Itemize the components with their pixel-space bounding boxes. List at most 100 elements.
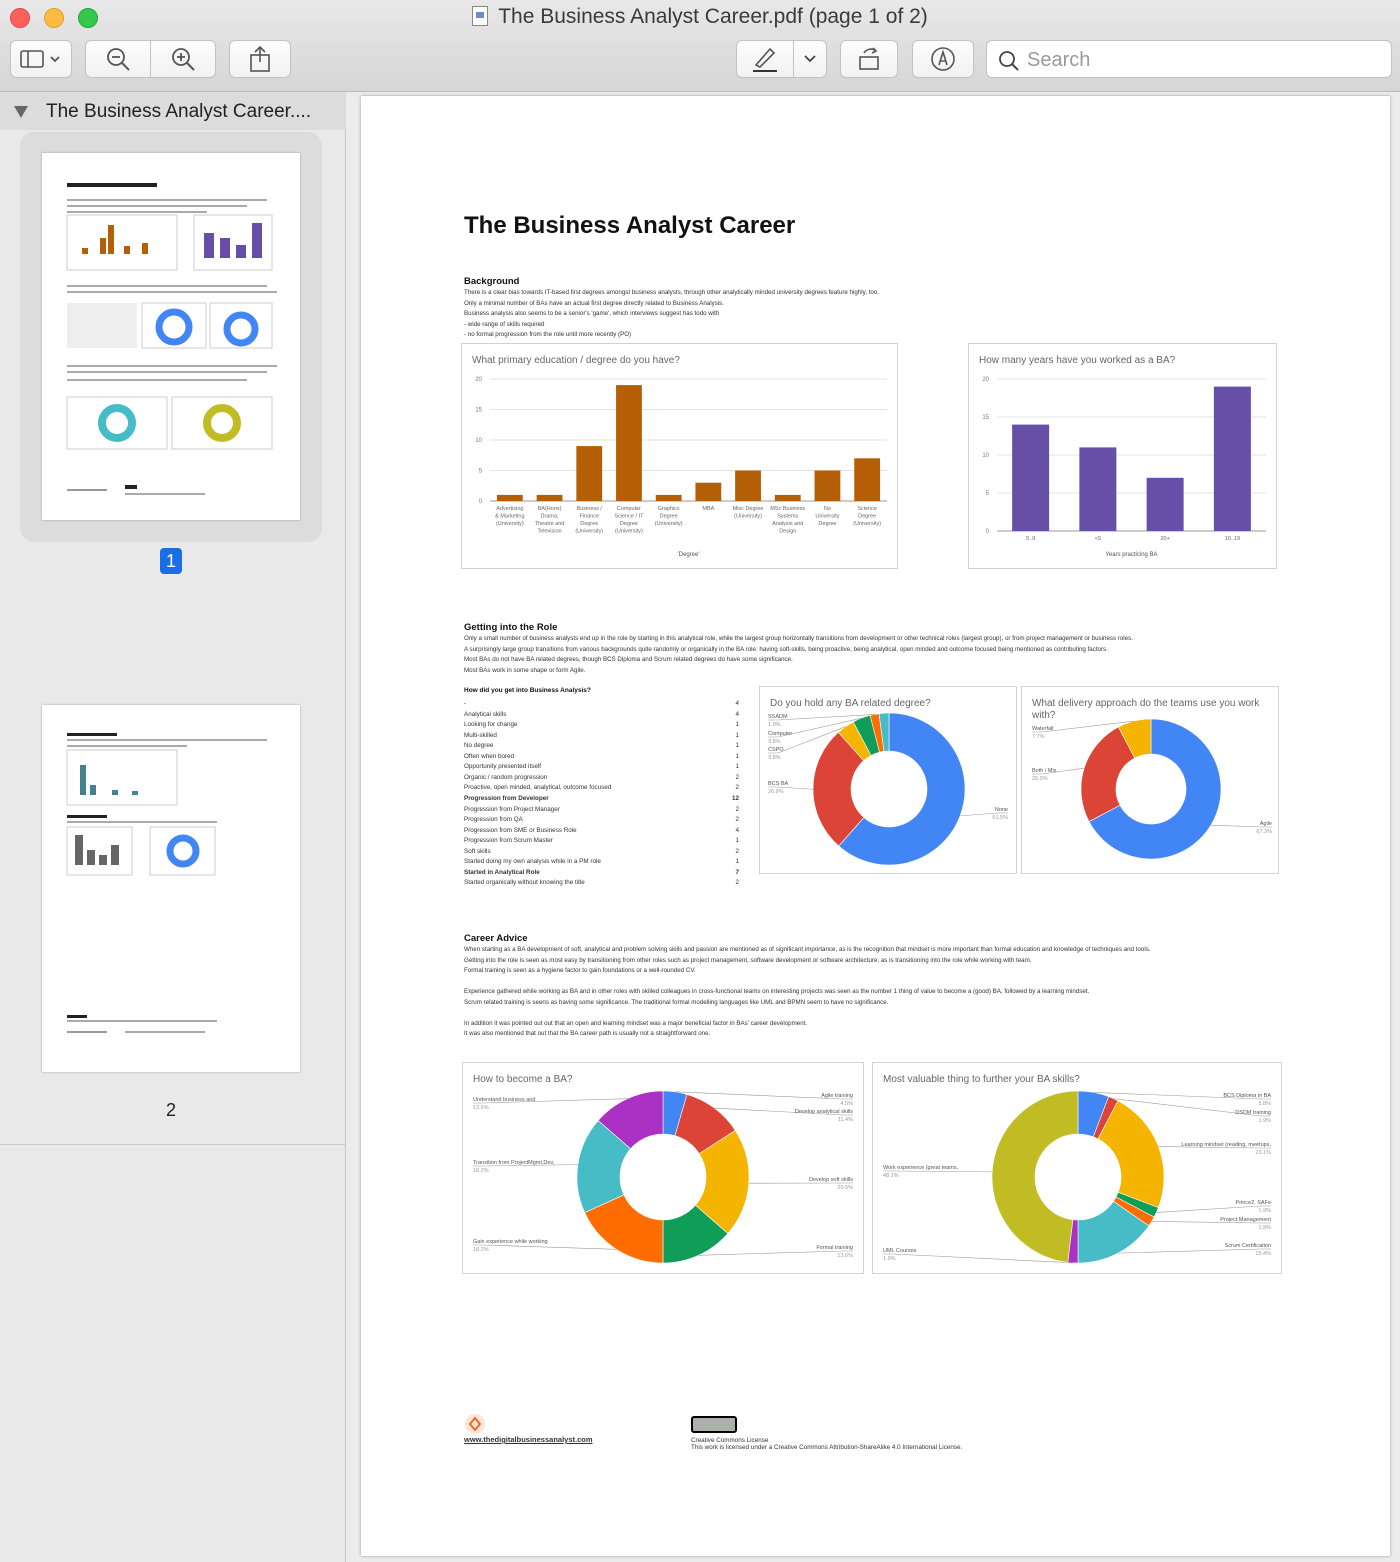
how-row-label: Looking for change (464, 721, 518, 729)
markup-icon (931, 47, 955, 71)
label-leader-line (698, 1250, 853, 1256)
y-tick-label: 5 (986, 491, 990, 497)
zoom-in-icon (172, 48, 195, 71)
valuable-thing-donut-chart: Most valuable thing to further your BA s… (872, 1062, 1282, 1274)
paragraph-line: - no formal progression from the role un… (464, 331, 632, 338)
x-tick-label: <5 (1095, 536, 1101, 542)
sidebar-document-header[interactable]: The Business Analyst Career.... (0, 92, 346, 130)
search-icon (999, 51, 1019, 71)
slice-percent: 13.6% (473, 1105, 489, 1111)
paragraph-line: Most BAs do not have BA related degrees,… (464, 656, 793, 663)
cc-license-text: This work is licensed under a Creative C… (691, 1444, 963, 1451)
markup-options-button[interactable] (793, 40, 827, 78)
y-tick-label: 0 (986, 529, 990, 535)
slice-label: Understand business and (473, 1097, 535, 1103)
label-leader-line (1117, 1248, 1271, 1254)
zoom-out-button[interactable] (85, 40, 151, 78)
slice-percent: 67.3% (1256, 829, 1272, 835)
paragraph-line: Business analysis also seems to be a sen… (464, 310, 720, 317)
paragraph-line: Only a minimal number of BAs have an act… (464, 299, 724, 307)
how-row-value: 4 (735, 710, 739, 718)
bar (536, 494, 563, 501)
slice-percent: 1.9% (883, 1256, 896, 1262)
x-tick-label: BA(Hons) Drama, Theatre and Television (535, 506, 565, 535)
bar (1146, 477, 1184, 531)
label-leader-line (473, 1244, 617, 1250)
x-tick-label: MBA (702, 506, 714, 512)
slice-label: Computer (768, 731, 792, 737)
slice-label: Develop analytical skills (795, 1109, 853, 1115)
bar (655, 494, 682, 501)
page-number-label-2[interactable]: 2 (160, 1100, 182, 1121)
how-row-label: Multi-skilled (464, 731, 497, 739)
x-tick-label: 5..9 (1026, 536, 1035, 542)
paragraph-line: There is a clear bias towards IT-based f… (464, 289, 880, 296)
how-row-value: 7 (735, 868, 739, 876)
paragraph-line: Most BAs work in some shape or form Agil… (464, 666, 586, 674)
years-bar-chart-plot: 0 5 10 15 20 5..9 <5 20+ 10..19 Years practicing … (982, 377, 1266, 558)
y-tick-label: 0 (479, 499, 483, 505)
creative-commons-badge-icon[interactable] (691, 1416, 737, 1433)
slice-percent: 3.8% (768, 739, 781, 745)
sidebar-toggle-button[interactable] (10, 40, 72, 78)
slice-label: DSDM training (1235, 1110, 1271, 1116)
markup-pen-button[interactable] (736, 40, 794, 78)
x-tick-label: Graphics Degree (University) (655, 506, 683, 527)
page-thumbnail-2[interactable] (42, 705, 300, 1072)
how-row-value: 1 (735, 731, 739, 739)
slice-percent: 1.9% (1258, 1118, 1271, 1124)
paragraph-line: Experience gathered while working as BA … (464, 988, 1090, 995)
how-row-label: Started in Analytical Role (464, 868, 540, 876)
slice-label: Project Management (1220, 1217, 1271, 1223)
label-leader-line (1156, 1205, 1271, 1213)
paragraph-line: Formal training is seen as a hygiene fac… (464, 967, 696, 974)
paragraph-line: When starting as a BA development of sof… (464, 946, 1151, 953)
how-row-label: - (464, 700, 467, 707)
disclosure-triangle-icon[interactable] (14, 106, 28, 118)
y-tick-label: 10 (475, 438, 482, 444)
page-thumbnail-2-preview (66, 733, 267, 1033)
website-link[interactable]: www.thedigitalbusinessanalyst.com (464, 1435, 593, 1444)
x-tick-label: Misc Degree (University) (733, 506, 764, 520)
x-axis-label: Years practicing BA (1105, 552, 1157, 558)
delivery-approach-donut-plot: Agile 67.3% Both / Mix 25.0% Waterfall 7.7% (1032, 718, 1272, 860)
become-ba-donut-plot: Agile training 4.5% Develop analytical ski… (473, 1090, 853, 1264)
zoom-in-button[interactable] (150, 40, 216, 78)
markup-toolbar-button[interactable] (912, 40, 974, 78)
slice-percent: 13.6% (837, 1253, 853, 1259)
search-field[interactable]: Search (986, 40, 1392, 78)
bar (1079, 447, 1117, 531)
paragraph-line: - wide range of skills required (464, 320, 545, 328)
slice-percent: 48.1% (883, 1173, 899, 1179)
share-icon (250, 45, 270, 72)
paragraph-line: Getting into the role is seen as most ea… (464, 956, 1032, 964)
bar (496, 494, 523, 501)
slice-label: Transition from ProjectMgmt,Dev, (473, 1160, 555, 1166)
page-thumbnail-1[interactable] (42, 153, 300, 520)
document-view[interactable]: The Business Analyst Career Background T… (347, 92, 1400, 1562)
page-number-badge-1[interactable]: 1 (160, 548, 182, 574)
bar (1012, 424, 1050, 531)
x-tick-label: 20+ (1160, 536, 1169, 542)
how-row-label: Progression from Developer (464, 794, 549, 802)
bar (774, 494, 801, 501)
how-row-value: 2 (735, 784, 739, 792)
slice-label: SSADM (768, 714, 788, 720)
slice-percent: 7.7% (1032, 734, 1045, 740)
preview-window: The Business Analyst Career.pdf (page 1 … (0, 0, 1400, 1562)
slice-percent: 5.8% (1258, 1101, 1271, 1107)
slice-percent: 18.2% (473, 1168, 489, 1174)
how-row-value: 2 (735, 773, 739, 781)
share-button[interactable] (229, 40, 291, 78)
ba-degree-donut-chart: Do you hold any BA related degree? None 6… (759, 686, 1017, 874)
donut-slice (991, 1090, 1079, 1263)
slice-percent: 15.4% (1255, 1251, 1271, 1257)
label-leader-line (883, 1170, 993, 1173)
how-row-label: Progression from QA (464, 816, 523, 824)
y-tick-label: 15 (982, 415, 989, 421)
paragraph-line: A surprisingly large group transitions f… (464, 645, 1108, 653)
slice-label: Both / Mix (1032, 768, 1057, 774)
x-tick-label: Science Degree (University) (853, 506, 881, 527)
how-row-label: Started doing my own analysis while in a… (464, 858, 601, 866)
rotate-button[interactable] (840, 40, 898, 78)
